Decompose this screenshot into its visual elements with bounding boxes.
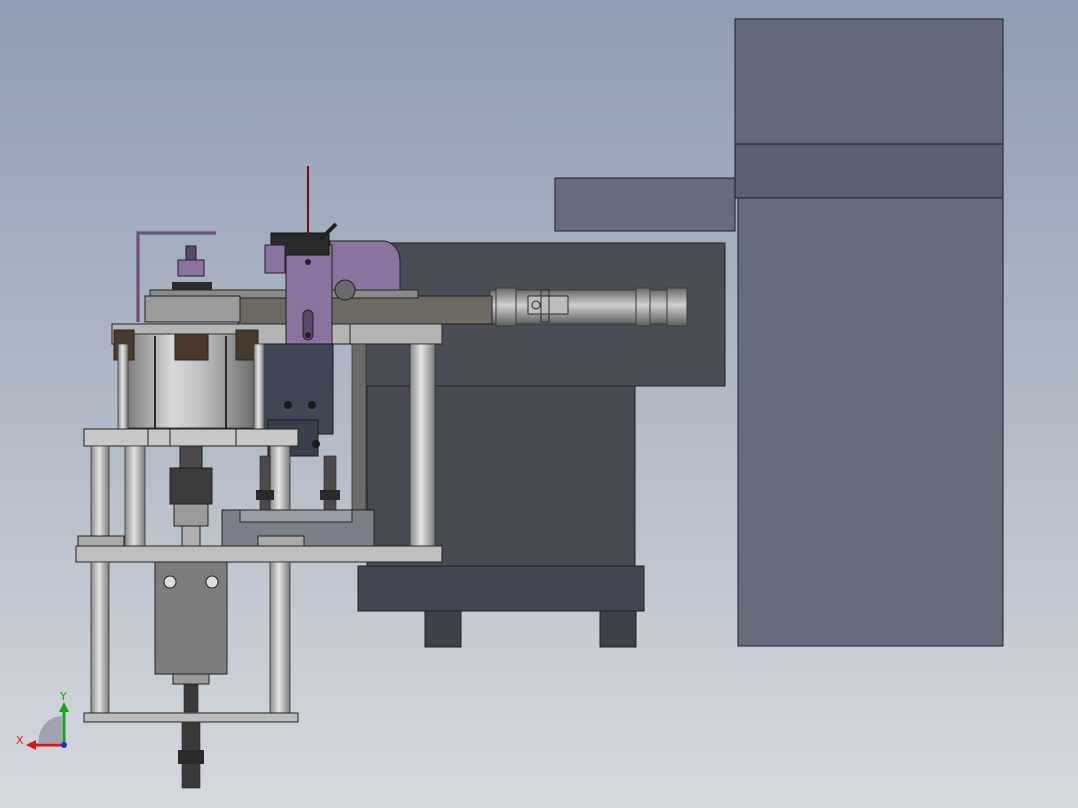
bracket-hole [334, 279, 356, 301]
base-plate-pad-right [257, 535, 305, 547]
central-spindle[interactable] [169, 445, 213, 547]
nut-base [172, 282, 212, 290]
slide-rail [237, 295, 493, 325]
rod-nut-b [320, 490, 340, 500]
motor-base [357, 565, 645, 612]
housing-hole-left-icon [163, 575, 177, 589]
lower-column-left [90, 561, 110, 715]
base-plate-pad-left [77, 535, 125, 547]
cylinder-end-cap-left [495, 287, 517, 327]
guide-post-right [253, 343, 265, 431]
column-table-right [409, 343, 436, 547]
motor-body [366, 385, 636, 569]
drive-shaft [183, 683, 199, 713]
bottom-shaft-nut [178, 750, 204, 764]
lower-column-right [269, 561, 291, 715]
upright-bolt-icon [305, 259, 311, 265]
cad-viewport[interactable]: Y X [0, 0, 1078, 808]
valve-port-icon [284, 401, 292, 409]
housing-flange [172, 673, 210, 685]
z-axis-dot-icon [61, 742, 67, 748]
housing-upper-block [734, 18, 1004, 145]
middle-plate [83, 428, 299, 447]
cylinder-barrel [489, 289, 686, 325]
cylinder-fitting [527, 295, 569, 315]
y-axis-arrowhead-icon [59, 702, 69, 712]
triad-arc [38, 716, 62, 743]
motor-foot-left [424, 610, 462, 648]
upright-bolt-lower-icon [305, 332, 311, 338]
x-axis-label: X [16, 734, 24, 747]
nut-top [185, 245, 197, 261]
valve-port-2-icon [308, 401, 316, 409]
valve-port-3-icon [312, 440, 320, 448]
tray-inner [239, 509, 353, 523]
guide-post-left [117, 343, 129, 431]
cylinder-end-cap-right [666, 287, 688, 327]
spindle-top [179, 445, 203, 469]
column-left-upper [90, 445, 110, 547]
housing-hole-right-icon [205, 575, 219, 589]
spindle-neck [181, 525, 201, 547]
assembly-drawing[interactable]: Y X [0, 0, 1078, 808]
housing-middle-band [734, 143, 1004, 199]
nut-cap [177, 259, 205, 277]
top-plate-left [144, 295, 241, 323]
horizontal-cylinder[interactable] [489, 287, 688, 327]
cylinder-ring [635, 287, 651, 327]
lower-drive[interactable] [83, 561, 299, 789]
housing-lower-block [737, 197, 1004, 647]
spindle-nut [173, 503, 209, 527]
column-left-inner [124, 445, 146, 547]
sensor-clip [264, 244, 286, 274]
rod-nut-a [256, 490, 274, 500]
side-arm [554, 177, 736, 232]
spindle-coupling [169, 467, 213, 505]
y-axis-label: Y [59, 690, 67, 703]
lower-base-plate [75, 545, 443, 563]
x-axis-arrowhead-icon [26, 740, 36, 750]
cartridge-clamp-center [174, 333, 209, 361]
coordinate-triad: Y X [16, 690, 69, 750]
motor-foot-right [599, 610, 637, 648]
bottom-plate [83, 712, 299, 723]
